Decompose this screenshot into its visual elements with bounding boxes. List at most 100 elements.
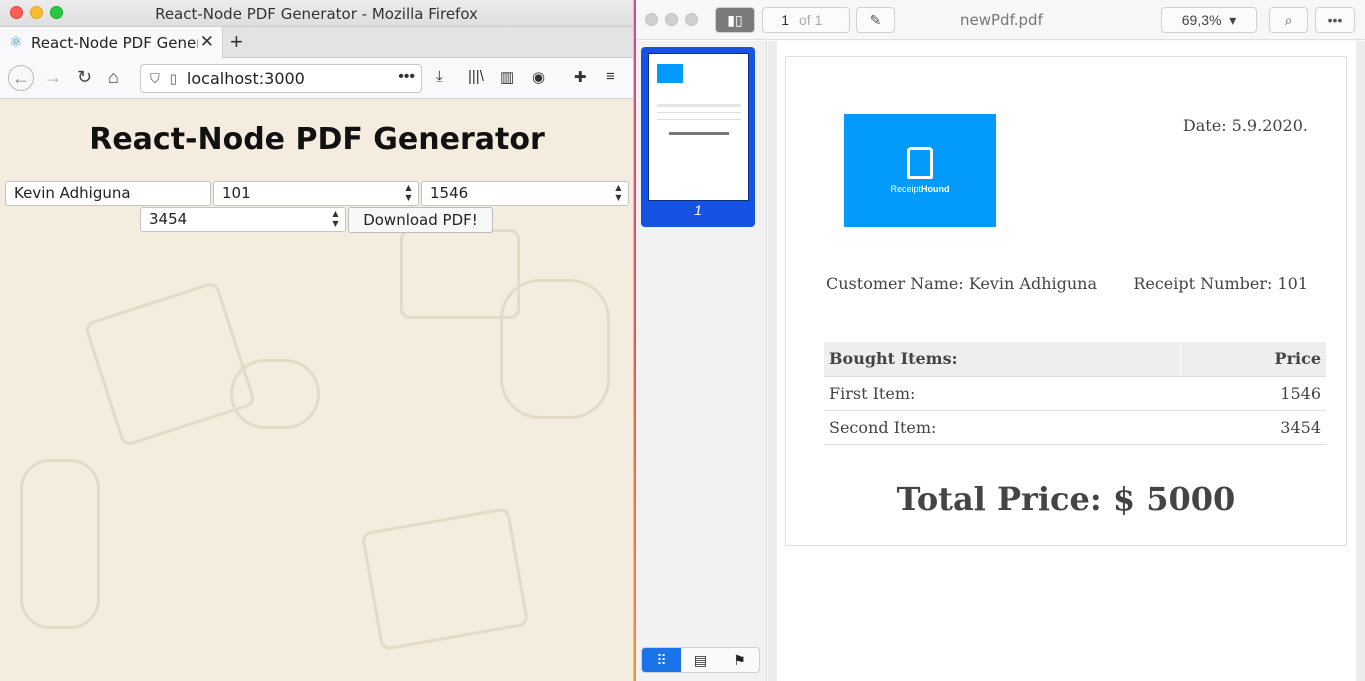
bookmarks-tab[interactable]: ⚑ [720,648,759,672]
toggle-sidebar-button[interactable]: ▮▯ [715,7,755,33]
receipt-number-stepper[interactable]: ▲ ▼ [404,183,413,203]
home-button[interactable]: ⌂ [108,67,119,88]
grid-icon: ⠿ [656,652,667,668]
header-items: Bought Items: [824,342,1181,377]
page-number-box[interactable]: 1 of 1 [762,7,850,33]
window-titlebar: React-Node PDF Generator - Mozilla Firef… [0,0,633,27]
chevron-down-icon: ▾ [1225,12,1237,28]
item-name: Second Item: [824,410,1181,445]
thumbnail-page-label: 1 [694,202,702,218]
receipt-hound-logo: ReceiptHound [844,114,996,227]
document-view[interactable]: ReceiptHound Date: 5.9.2020. Customer Na… [768,41,1365,681]
price1-value: 1546 [430,184,469,202]
price2-stepper[interactable]: ▲ ▼ [331,209,340,229]
new-tab-button[interactable]: + [230,29,243,55]
thumbnail-sidebar: 1 ⠿ ▤ ⚑ [636,41,767,681]
receipt-number: Receipt Number: 101 [1133,274,1308,293]
thumbnail-table-line [657,104,741,107]
more-button[interactable]: ••• [1315,7,1355,33]
receipt-number-input[interactable]: 101 ▲ ▼ [213,181,419,206]
reload-button[interactable]: ↻ [77,67,92,88]
outline-tab[interactable]: ▤ [681,648,720,672]
minimize-window-button[interactable] [665,13,678,26]
bookmark-icon: ⚑ [733,652,746,668]
tab-react-node[interactable]: ⚛ React-Node PDF Genera ✕ [0,27,223,58]
name-input[interactable]: Kevin Adhiguna [5,181,211,206]
logo-text-light: Receipt [890,184,921,194]
logo-text: ReceiptHound [844,184,996,194]
zoom-select[interactable]: 69,3% ▾ [1161,7,1257,33]
edit-button[interactable]: ✎ [856,7,895,33]
page-actions-icon[interactable]: ••• [398,68,415,86]
close-tab-icon[interactable]: ✕ [200,32,214,52]
download-icon[interactable]: ⤓ [436,68,443,85]
download-pdf-button[interactable]: Download PDF! [348,207,493,233]
background-doodle [20,459,100,629]
price2-value: 3454 [149,210,188,228]
document-filename: newPdf.pdf [960,11,1043,29]
table-header-row: Bought Items: Price [824,342,1326,377]
page-title: React-Node PDF Generator [89,122,545,157]
account-icon[interactable]: ◉ [532,68,545,86]
price1-stepper[interactable]: ▲ ▼ [614,183,623,203]
sidebar-icon[interactable]: ▥ [500,68,514,86]
thumbnail-logo [657,64,683,83]
extensions-icon[interactable]: ✚ [574,68,587,86]
url-bar[interactable]: ⛉ ▯ localhost:3000 ••• [140,64,422,93]
maximize-window-button[interactable] [685,13,698,26]
customer-name: Customer Name: Kevin Adhiguna [826,274,1097,293]
table-row: First Item: 1546 [824,376,1326,411]
logo-text-bold: Hound [921,184,950,194]
item-price: 1546 [1180,376,1326,411]
tab-title: React-Node PDF Genera [31,33,198,52]
tab-strip: ⚛ React-Node PDF Genera ✕ + [0,27,633,58]
header-price: Price [1179,342,1326,377]
background-doodle [360,506,530,652]
price1-input[interactable]: 1546 ▲ ▼ [421,181,629,206]
pdf-page: ReceiptHound Date: 5.9.2020. Customer Na… [785,56,1347,546]
thumbnail-table-line [657,112,741,113]
current-page-input[interactable]: 1 [763,8,799,32]
receipt-date: Date: 5.9.2020. [1182,116,1308,135]
viewer-toolbar: ▮▯ 1 of 1 ✎ newPdf.pdf 69,3% ▾ ⌕ ••• [636,0,1365,40]
nav-bar: ← → ↻ ⌂ ⛉ ▯ localhost:3000 ••• ⤓ |||\ ▥ … [0,58,633,99]
receipt-dog-icon [907,147,933,179]
price2-input[interactable]: 3454 ▲ ▼ [140,207,346,232]
thumbnails-tab[interactable]: ⠿ [642,648,681,672]
shield-icon[interactable]: ⛉ [150,71,160,87]
close-window-button[interactable] [645,13,658,26]
react-icon: ⚛ [9,33,23,51]
pencil-icon: ✎ [869,12,882,28]
search-button[interactable]: ⌕ [1269,7,1308,33]
page-thumbnail-selected[interactable]: 1 [641,47,755,227]
list-icon: ▤ [693,652,708,668]
url-text[interactable]: localhost:3000 [187,69,305,88]
firefox-window: React-Node PDF Generator - Mozilla Firef… [0,0,634,681]
background-doodle [83,280,257,448]
items-table: Bought Items: Price First Item: 1546 Sec… [824,342,1326,445]
more-icon: ••• [1327,12,1343,28]
item-price: 3454 [1180,410,1326,445]
item-name: First Item: [824,376,1181,411]
page-total: of 1 [799,12,823,28]
pdf-viewer-window: ▮▯ 1 of 1 ✎ newPdf.pdf 69,3% ▾ ⌕ ••• 1 ⠿ … [636,0,1365,681]
table-row: Second Item: 3454 [824,410,1326,445]
web-page: React-Node PDF Generator Kevin Adhiguna … [0,99,633,681]
back-button[interactable]: ← [8,65,34,91]
page-icon: ▯ [169,70,177,86]
menu-icon[interactable]: ≡ [606,68,615,85]
sidebar-icon: ▮▯ [727,12,743,28]
forward-button[interactable]: → [44,67,62,88]
background-doodle [500,279,610,419]
thumbnail-table-line [657,119,741,120]
receipt-number-value: 101 [222,184,251,202]
window-title: React-Node PDF Generator - Mozilla Firef… [155,5,478,23]
search-icon: ⌕ [1284,12,1293,28]
sidebar-tabs: ⠿ ▤ ⚑ [641,647,760,673]
library-icon[interactable]: |||\ [468,68,484,85]
thumbnail-total-line [669,132,729,135]
zoom-value: 69,3% [1181,12,1222,28]
total-price: Total Price: $ 5000 [896,480,1236,518]
background-doodle [230,359,320,429]
thumbnail-page [648,53,749,201]
